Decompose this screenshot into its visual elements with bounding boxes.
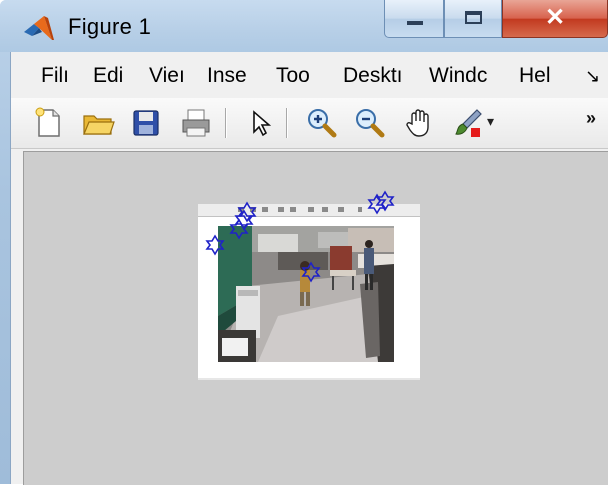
figure-canvas[interactable] <box>23 151 608 485</box>
new-figure-icon <box>35 107 60 137</box>
toolbar-separator <box>286 108 288 138</box>
maximize-icon <box>465 11 482 24</box>
figure-window: Figure 1 ✕ Filı Edi Vieı Inse Too Desktı… <box>0 0 608 485</box>
menu-window[interactable]: Windc <box>429 64 487 88</box>
minimize-button[interactable] <box>384 0 444 38</box>
menu-view[interactable]: Vieı <box>149 64 185 88</box>
axes-bottom-edge <box>198 378 420 380</box>
toolbar-overflow-icon[interactable]: » <box>586 108 596 129</box>
figure-toolbar: ▾ » <box>11 98 608 149</box>
figure-client-area: Filı Edi Vieı Inse Too Desktı Windc Hel … <box>10 52 608 485</box>
print-button[interactable] <box>179 106 213 140</box>
image-axes[interactable] <box>198 204 420 380</box>
select-arrow-icon <box>253 110 272 137</box>
open-file-button[interactable] <box>81 106 115 140</box>
menu-edit[interactable]: Edi <box>93 64 123 88</box>
pan-hand-icon <box>406 109 429 137</box>
open-file-icon <box>83 115 115 135</box>
toolbar-separator <box>225 108 227 138</box>
embedded-image-header <box>198 204 420 217</box>
minimize-icon <box>407 21 423 25</box>
brush-button[interactable] <box>451 106 485 140</box>
new-figure-button[interactable] <box>31 106 65 140</box>
menu-overflow-icon[interactable]: ↘ <box>585 66 600 87</box>
zoom-in-icon <box>308 109 337 138</box>
pan-button[interactable] <box>403 106 437 140</box>
zoom-out-icon <box>356 109 385 138</box>
menu-bar: Filı Edi Vieı Inse Too Desktı Windc Hel … <box>11 52 608 99</box>
menu-insert[interactable]: Inse <box>207 64 247 88</box>
menu-tools[interactable]: Too <box>276 64 310 88</box>
zoom-out-button[interactable] <box>353 106 387 140</box>
matlab-logo-icon <box>22 14 56 42</box>
brush-icon <box>455 109 482 137</box>
close-icon: ✕ <box>544 4 566 31</box>
zoom-in-button[interactable] <box>305 106 339 140</box>
close-button[interactable]: ✕ <box>502 0 608 38</box>
save-button[interactable] <box>129 106 163 140</box>
menu-file[interactable]: Filı <box>41 64 69 88</box>
brush-dropdown-button[interactable]: ▾ <box>487 106 501 140</box>
title-bar[interactable]: Figure 1 ✕ <box>0 0 608 52</box>
menu-desktop[interactable]: Desktı <box>343 64 403 88</box>
surveillance-image <box>218 226 394 362</box>
save-icon <box>133 110 159 136</box>
chevron-down-icon: ▾ <box>487 113 495 129</box>
window-title: Figure 1 <box>68 14 152 39</box>
menu-help[interactable]: Hel <box>519 64 551 88</box>
print-icon <box>182 109 210 137</box>
select-tool-button[interactable] <box>243 106 277 140</box>
maximize-button[interactable] <box>444 0 502 38</box>
